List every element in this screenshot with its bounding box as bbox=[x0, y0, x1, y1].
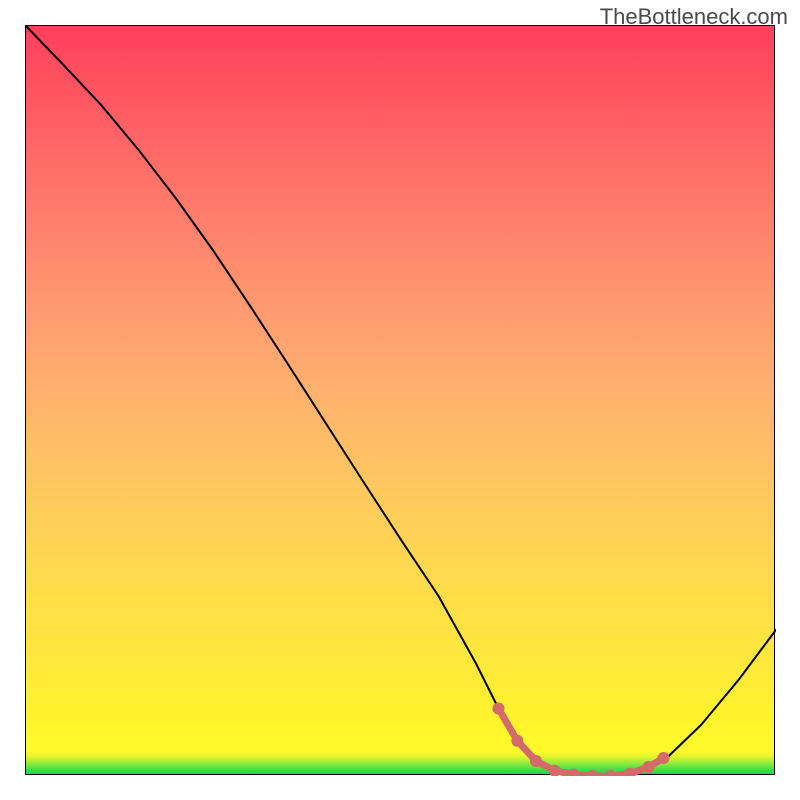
chart-svg bbox=[26, 26, 776, 776]
optimal-point-marker bbox=[643, 761, 655, 773]
optimal-region-line bbox=[499, 709, 664, 777]
optimal-point-marker bbox=[511, 735, 523, 747]
attribution-text: TheBottleneck.com bbox=[600, 4, 788, 30]
optimal-point-marker bbox=[605, 770, 617, 776]
optimal-point-marker bbox=[493, 703, 505, 715]
optimal-point-marker bbox=[568, 769, 580, 777]
optimal-point-marker bbox=[658, 752, 670, 764]
optimal-point-marker bbox=[586, 770, 598, 776]
plot-area bbox=[25, 25, 775, 775]
optimal-region-dots bbox=[493, 703, 670, 777]
main-curve-line bbox=[26, 26, 776, 776]
optimal-point-marker bbox=[530, 755, 542, 767]
chart-container: TheBottleneck.com bbox=[0, 0, 800, 800]
